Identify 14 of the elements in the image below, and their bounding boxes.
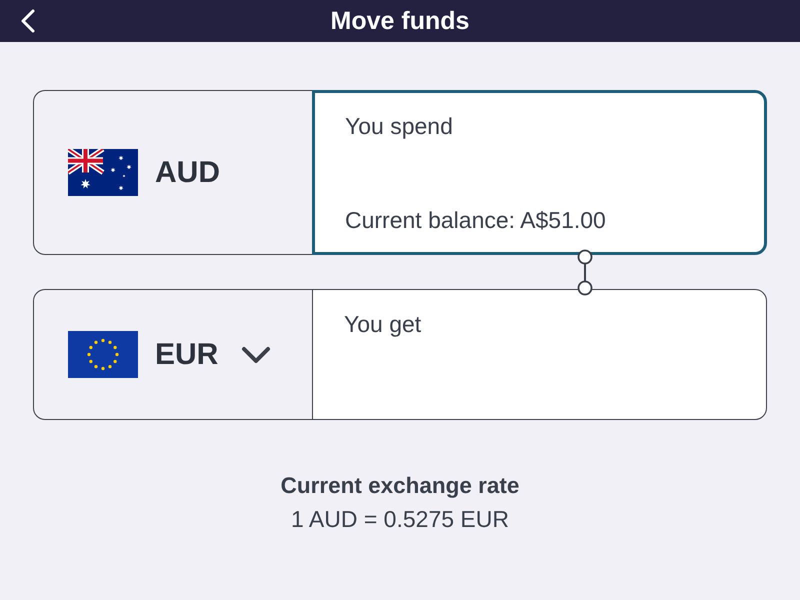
eu-flag-icon: [68, 331, 138, 378]
amount-field[interactable]: You get: [312, 289, 767, 420]
amount-field[interactable]: You spend Current balance: A$51.00: [312, 90, 767, 255]
back-icon: [21, 9, 35, 33]
connector-icon: [577, 249, 593, 296]
field-label: You spend: [345, 113, 453, 140]
field-label: You get: [344, 311, 422, 338]
balance-text: Current balance: A$51.00: [345, 207, 606, 234]
australia-flag-icon: [68, 149, 138, 196]
currency-selector[interactable]: AUD: [33, 90, 312, 255]
currency-selector[interactable]: EUR: [33, 289, 312, 420]
rate-title: Current exchange rate: [280, 473, 520, 499]
page-title: Move funds: [330, 6, 470, 36]
rate-value: 1 AUD = 0.5275 EUR: [291, 506, 509, 533]
